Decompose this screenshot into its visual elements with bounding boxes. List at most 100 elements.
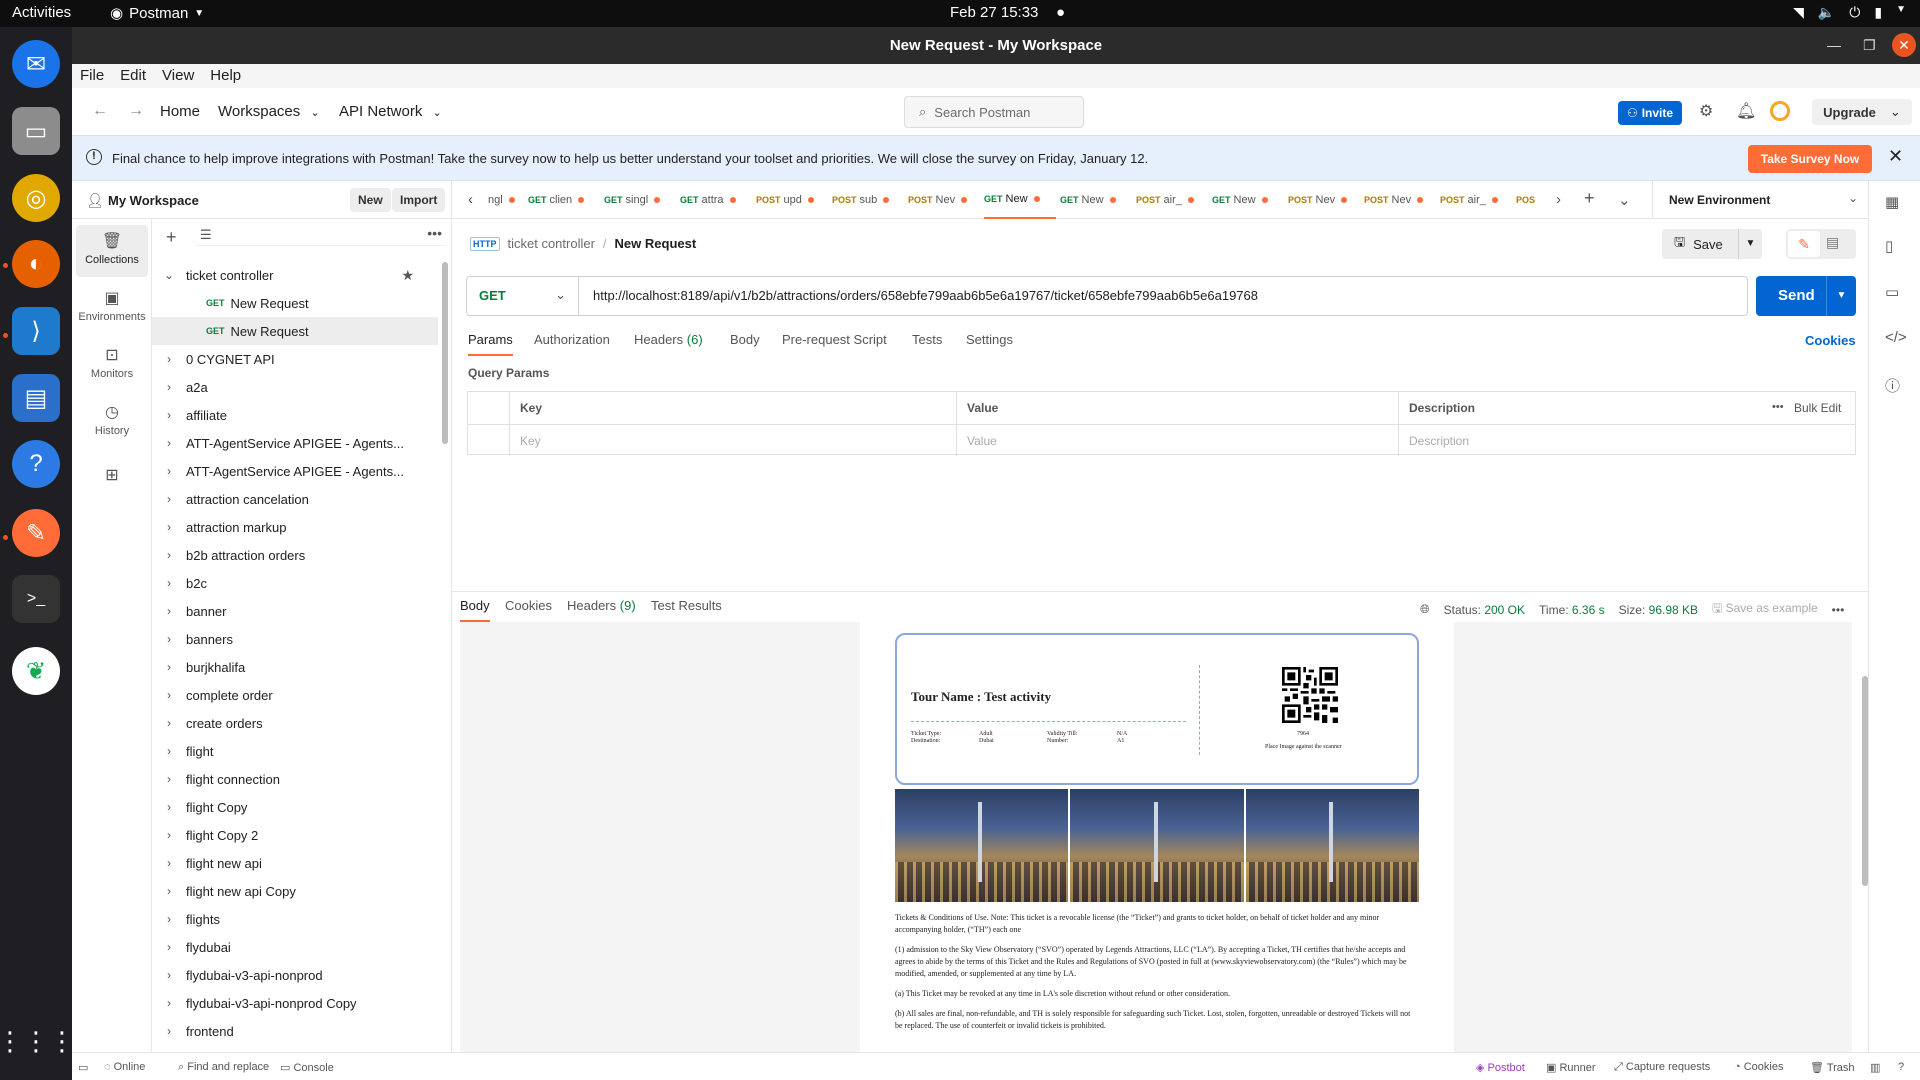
chevron-right-icon[interactable]: ›: [1556, 191, 1561, 208]
rail-collections[interactable]: 🗑︎ Collections: [76, 225, 148, 277]
method-select[interactable]: GET ⌄: [467, 277, 579, 315]
star-icon[interactable]: ★: [401, 267, 414, 284]
workspaces-menu[interactable]: Workspaces ⌄: [218, 103, 320, 120]
collection-item[interactable]: › attraction cancelation: [152, 485, 438, 513]
chevron-right-icon[interactable]: ›: [152, 576, 186, 590]
request-tab[interactable]: GET singl: [604, 181, 676, 219]
more-options-icon[interactable]: •••: [1772, 401, 1784, 413]
status[interactable]: Status: 200 OK: [1444, 603, 1525, 617]
sidebar-scrollbar[interactable]: [442, 262, 448, 444]
collection-item[interactable]: › 0 CYGNET API: [152, 345, 438, 373]
tab-body[interactable]: Body: [730, 332, 760, 347]
tab-tests[interactable]: Tests: [912, 332, 942, 347]
vscode-icon[interactable]: ⟩: [12, 307, 60, 355]
chevron-right-icon[interactable]: ›: [152, 772, 186, 786]
collection-item[interactable]: › a2a: [152, 373, 438, 401]
chevron-down-icon[interactable]: ⌄: [152, 268, 186, 282]
breadcrumb-request[interactable]: New Request: [615, 236, 697, 251]
collection-item[interactable]: › flights: [152, 905, 438, 933]
collection-item[interactable]: › burjkhalifa: [152, 653, 438, 681]
chevron-right-icon[interactable]: ›: [152, 996, 186, 1010]
api-network-menu[interactable]: API Network ⌄: [339, 103, 442, 120]
environment-selector[interactable]: New Environment ⌄: [1652, 181, 1868, 219]
request-tab[interactable]: ngl: [488, 181, 524, 219]
notifications-bell-icon[interactable]: 🔔︎: [1736, 101, 1756, 121]
rail-monitors[interactable]: ⊡ Monitors: [76, 339, 148, 391]
two-pane-icon[interactable]: ▥: [1870, 1061, 1880, 1074]
chevron-down-icon[interactable]: ▼: [1738, 229, 1762, 259]
collection-item[interactable]: › flight Copy: [152, 793, 438, 821]
tab-authorization[interactable]: Authorization: [534, 332, 610, 347]
files-icon[interactable]: ▭: [12, 107, 60, 155]
console-button[interactable]: ▭ Console: [280, 1061, 334, 1074]
runner-button[interactable]: ▣ Runner: [1546, 1061, 1596, 1074]
add-collection-icon[interactable]: +: [166, 227, 177, 248]
url-input[interactable]: http://localhost:8189/api/v1/b2b/attract…: [593, 288, 1258, 303]
request-item-selected[interactable]: GET New Request: [152, 317, 438, 345]
online-status[interactable]: ◌ Online: [104, 1061, 145, 1073]
request-tab[interactable]: GET New: [984, 181, 1056, 219]
request-tab[interactable]: POS: [1516, 181, 1546, 219]
postman-icon[interactable]: ✎: [12, 509, 60, 557]
chevron-right-icon[interactable]: ›: [152, 408, 186, 422]
search-postman-input[interactable]: ⌕ Search Postman: [904, 96, 1084, 128]
tab-settings[interactable]: Settings: [966, 332, 1013, 347]
chevron-right-icon[interactable]: ›: [152, 884, 186, 898]
collection-item[interactable]: › flight new api Copy: [152, 877, 438, 905]
res-tab-headers[interactable]: Headers (9): [567, 598, 636, 613]
tab-params[interactable]: Params: [468, 332, 513, 356]
send-button[interactable]: Send ▼: [1756, 276, 1856, 316]
back-arrow-icon[interactable]: ←: [92, 102, 108, 120]
chevron-right-icon[interactable]: ›: [152, 828, 186, 842]
tab-pre-request-script[interactable]: Pre-request Script: [782, 332, 887, 347]
request-tab[interactable]: POST Nev: [908, 181, 980, 219]
terminal-icon[interactable]: >_: [12, 575, 60, 623]
chevron-right-icon[interactable]: ›: [152, 352, 186, 366]
collection-item[interactable]: › b2c: [152, 569, 438, 597]
collection-item[interactable]: › flight: [152, 737, 438, 765]
comment-mode-icon[interactable]: ▤: [1826, 234, 1839, 251]
chevron-right-icon[interactable]: ›: [152, 492, 186, 506]
rhythmbox-icon[interactable]: ◎: [12, 174, 60, 222]
request-tab[interactable]: POST air_: [1136, 181, 1208, 219]
chevron-down-icon[interactable]: ▼: [1826, 276, 1856, 316]
take-survey-button[interactable]: Take Survey Now: [1748, 145, 1872, 173]
avatar[interactable]: [1770, 101, 1790, 121]
firefox-icon[interactable]: ◐: [12, 240, 60, 288]
chevron-right-icon[interactable]: ›: [152, 1024, 186, 1038]
tab-list-chevron-icon[interactable]: ⌄: [1618, 191, 1631, 209]
collection-item[interactable]: › banner: [152, 597, 438, 625]
more-options-icon[interactable]: •••: [427, 225, 442, 241]
collection-item[interactable]: › flight new api: [152, 849, 438, 877]
home-link[interactable]: Home: [160, 103, 200, 120]
res-tab-test-results[interactable]: Test Results: [651, 598, 722, 613]
show-apps-icon[interactable]: ⋮⋮⋮: [0, 1017, 75, 1065]
documentation-icon[interactable]: ▯: [1885, 237, 1893, 255]
param-key-input[interactable]: Key: [510, 424, 957, 456]
response-divider[interactable]: [452, 591, 1868, 592]
preview-scrollbar[interactable]: [1862, 676, 1868, 886]
rail-history[interactable]: ◷ History: [76, 396, 148, 448]
close-window-icon[interactable]: ✕: [1892, 33, 1916, 57]
request-tab[interactable]: GET New: [1212, 181, 1284, 219]
collection-item[interactable]: › flight connection: [152, 765, 438, 793]
chevron-right-icon[interactable]: ›: [152, 800, 186, 814]
chevron-right-icon[interactable]: ›: [152, 744, 186, 758]
collection-item[interactable]: › b2b attraction orders: [152, 541, 438, 569]
menu-view[interactable]: View: [162, 64, 194, 88]
save-as-example-button[interactable]: 🖫 Save as example: [1712, 599, 1818, 620]
cookies-button[interactable]: ◔ Cookies: [1734, 1061, 1783, 1073]
menu-file[interactable]: File: [80, 64, 104, 88]
chevron-right-icon[interactable]: ›: [152, 940, 186, 954]
collection-item[interactable]: › attraction markup: [152, 513, 438, 541]
clock[interactable]: Feb 27 15:33: [950, 4, 1038, 21]
collection-item[interactable]: › frontend: [152, 1017, 438, 1045]
chevron-right-icon[interactable]: ›: [152, 520, 186, 534]
collection-item-ticket-controller[interactable]: ⌄ ticket controller ★: [152, 261, 438, 289]
tab-headers[interactable]: Headers (6): [634, 332, 703, 347]
mongodb-compass-icon[interactable]: ❦: [12, 647, 60, 695]
collection-item[interactable]: › flight Copy 2: [152, 821, 438, 849]
libreoffice-writer-icon[interactable]: ▤: [12, 374, 60, 422]
res-tab-cookies[interactable]: Cookies: [505, 598, 552, 613]
menu-edit[interactable]: Edit: [120, 64, 146, 88]
